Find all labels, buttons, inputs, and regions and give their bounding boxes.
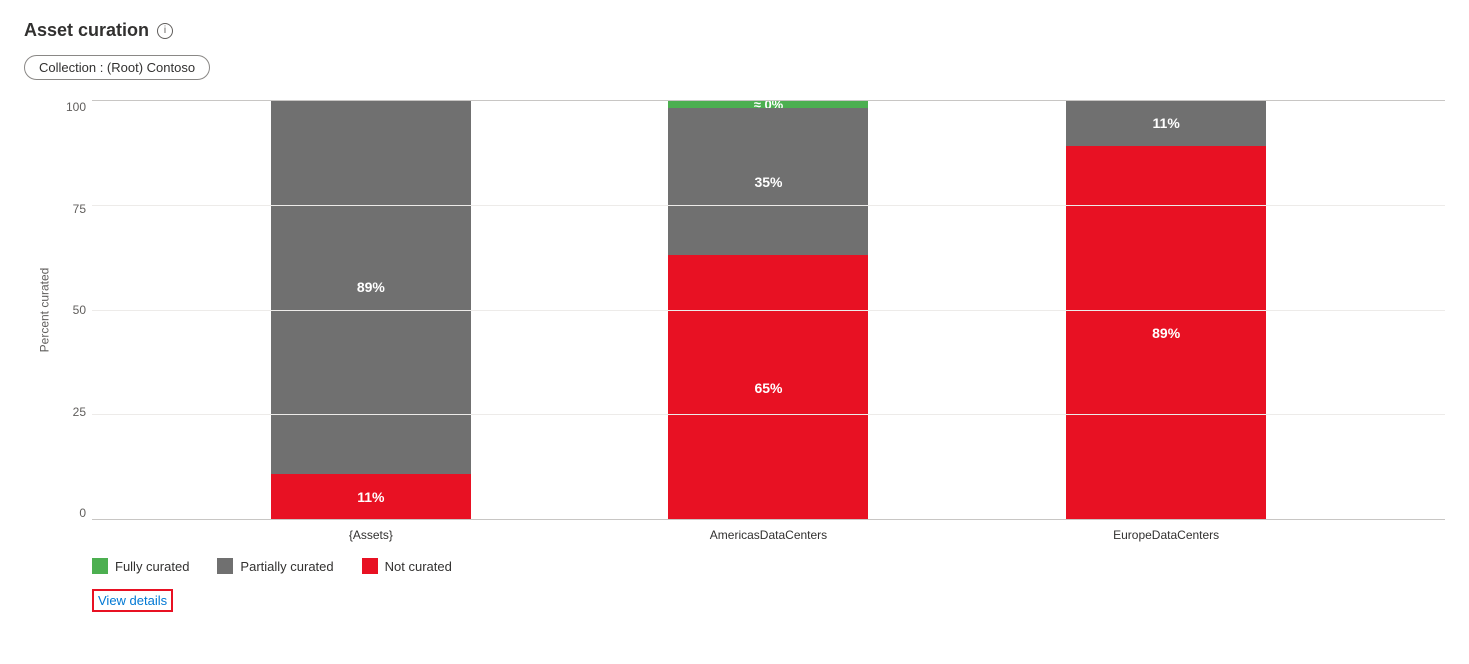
chart-body: 89% 11% ≈ 0% 35% (92, 100, 1445, 542)
view-details-link[interactable]: View details (92, 589, 173, 612)
chart-container: Percent curated 100 75 50 25 0 (24, 100, 1445, 542)
legend-item-not-curated: Not curated (362, 558, 452, 574)
collection-filter-label: Collection : (Root) Contoso (39, 60, 195, 75)
x-axis-labels: {Assets} AmericasDataCenters EuropeDataC… (92, 528, 1445, 542)
bar-segment-not-americas: 65% (668, 255, 868, 520)
legend-label-partially-curated: Partially curated (240, 559, 333, 574)
collection-filter-button[interactable]: Collection : (Root) Contoso (24, 55, 210, 80)
bar-segment-partially-americas: 35% (668, 108, 868, 255)
legend-swatch-fully-curated (92, 558, 108, 574)
stacked-bar-assets: 89% 11% (271, 100, 471, 520)
bar-segment-not-assets: 11% (271, 474, 471, 520)
bar-group-americas[interactable]: ≈ 0% 35% 65% (668, 100, 868, 520)
x-label-europe: EuropeDataCenters (1066, 528, 1266, 542)
legend-swatch-partially-curated (217, 558, 233, 574)
x-label-assets: {Assets} (271, 528, 471, 542)
stacked-bar-americas: ≈ 0% 35% 65% (668, 100, 868, 520)
bar-segment-fully-americas: ≈ 0% (668, 100, 868, 108)
legend-item-partially-curated: Partially curated (217, 558, 333, 574)
y-tick-50: 50 (73, 303, 86, 317)
page-title: Asset curation (24, 20, 149, 41)
y-tick-100: 100 (66, 100, 86, 114)
info-icon[interactable]: i (157, 23, 173, 39)
page-title-row: Asset curation i (24, 20, 1445, 41)
legend-label-fully-curated: Fully curated (115, 559, 189, 574)
x-label-americas: AmericasDataCenters (668, 528, 868, 542)
y-tick-0: 0 (79, 506, 86, 520)
bar-segment-partially-assets: 89% (271, 100, 471, 474)
legend-label-not-curated: Not curated (385, 559, 452, 574)
y-axis-title: Percent curated (37, 268, 51, 353)
bars-container: 89% 11% ≈ 0% 35% (92, 100, 1445, 520)
y-tick-75: 75 (73, 202, 86, 216)
stacked-bar-europe: 11% 89% (1066, 100, 1266, 520)
y-tick-25: 25 (73, 405, 86, 419)
legend-swatch-not-curated (362, 558, 378, 574)
legend-item-fully-curated: Fully curated (92, 558, 189, 574)
bar-group-europe[interactable]: 11% 89% (1066, 100, 1266, 520)
bar-group-assets[interactable]: 89% 11% (271, 100, 471, 520)
legend: Fully curated Partially curated Not cura… (92, 558, 1445, 574)
y-axis: Percent curated 100 75 50 25 0 (24, 100, 92, 542)
bar-segment-partially-europe: 11% (1066, 100, 1266, 146)
bar-segment-not-europe: 89% (1066, 146, 1266, 520)
